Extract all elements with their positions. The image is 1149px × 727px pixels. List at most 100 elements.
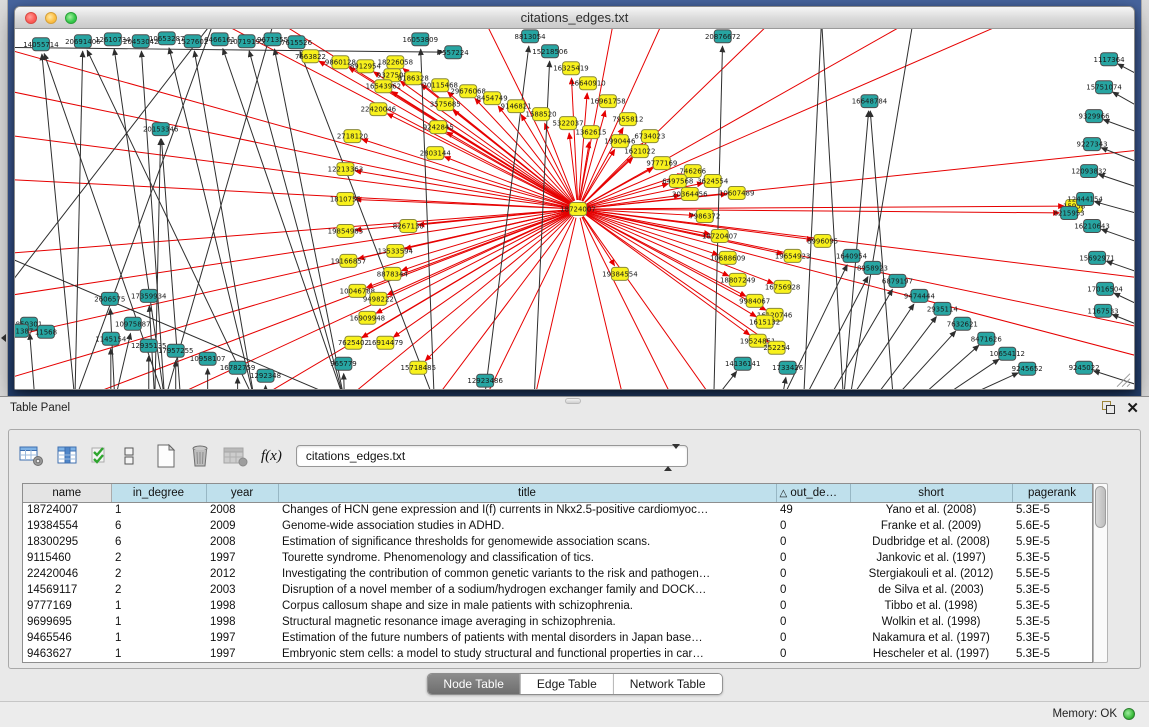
table-cell[interactable]: Estimation of significance thresholds fo…: [278, 534, 776, 550]
network-node[interactable]: 15218506: [532, 45, 567, 58]
window-titlebar[interactable]: citations_edges.txt: [15, 7, 1134, 29]
network-node[interactable]: 10958107: [190, 352, 225, 365]
table-cell[interactable]: Embryonic stem cells: a model to study s…: [278, 646, 776, 662]
table-cell[interactable]: 5.3E-5: [1012, 502, 1092, 518]
network-node[interactable]: 15718485: [401, 361, 436, 374]
network-node[interactable]: 3624554: [697, 175, 729, 188]
network-node[interactable]: 1145154: [95, 332, 127, 345]
network-node[interactable]: 6879197: [882, 274, 913, 287]
table-row[interactable]: 2242004622012Investigating the contribut…: [23, 566, 1092, 582]
network-canvas[interactable]: 1872400798601288912954182260589327508165…: [15, 29, 1134, 389]
network-node[interactable]: 20691406: [65, 35, 100, 48]
table-row[interactable]: 1456911722003Disruption of a novel membe…: [23, 582, 1092, 598]
table-cell[interactable]: 1: [111, 598, 206, 614]
table-cell[interactable]: Dudbridge et al. (2008): [850, 534, 1012, 550]
delete-table-button[interactable]: [189, 444, 211, 468]
table-cell[interactable]: 9115460: [23, 550, 111, 566]
right-panel-strip[interactable]: [1141, 0, 1149, 396]
network-node[interactable]: 1527602: [177, 35, 208, 48]
table-cell[interactable]: Wolkin et al. (1998): [850, 614, 1012, 630]
network-node[interactable]: 19384554: [602, 267, 638, 280]
table-cell[interactable]: 1997: [206, 646, 278, 662]
table-cell[interactable]: 9699695: [23, 614, 111, 630]
table-cell[interactable]: 2: [111, 582, 206, 598]
table-select-dropdown[interactable]: citations_edges.txt: [296, 445, 688, 467]
network-node[interactable]: 7632621: [947, 317, 978, 330]
network-node[interactable]: 1117364: [1094, 53, 1126, 66]
table-cell[interactable]: 5.6E-5: [1012, 518, 1092, 534]
left-panel-strip[interactable]: [0, 0, 8, 396]
table-cell[interactable]: 2008: [206, 502, 278, 518]
table-cell[interactable]: Hescheler et al. (1997): [850, 646, 1012, 662]
table-cell[interactable]: Corpus callosum shape and size in male p…: [278, 598, 776, 614]
table-cell[interactable]: 1997: [206, 630, 278, 646]
table-cell[interactable]: 2009: [206, 518, 278, 534]
new-table-button[interactable]: [155, 444, 177, 468]
network-node[interactable]: 1733426: [772, 361, 803, 374]
table-cell[interactable]: 2012: [206, 566, 278, 582]
table-cell[interactable]: 9463627: [23, 646, 111, 662]
table-row[interactable]: 969969511998Structural magnetic resonanc…: [23, 614, 1092, 630]
network-node[interactable]: 29676068: [450, 85, 485, 98]
network-node[interactable]: 16648784: [852, 95, 888, 108]
network-node[interactable]: 14136141: [725, 357, 760, 370]
table-cell[interactable]: 5.3E-5: [1012, 646, 1092, 662]
table-cell[interactable]: Structural magnetic resonance image aver…: [278, 614, 776, 630]
table-settings-button[interactable]: [19, 445, 45, 467]
network-node[interactable]: 1362615: [575, 126, 606, 139]
column-header-in-degree[interactable]: in_degree: [111, 484, 206, 502]
table-cell[interactable]: 0: [776, 614, 850, 630]
table-cell[interactable]: 1: [111, 502, 206, 518]
table-cell[interactable]: 1998: [206, 598, 278, 614]
show-column-button[interactable]: [57, 445, 79, 467]
network-node[interactable]: 2718120: [337, 130, 368, 143]
network-node[interactable]: 11568: [35, 325, 57, 338]
network-node[interactable]: 2606575: [94, 292, 125, 305]
splitter-handle[interactable]: [565, 398, 581, 404]
table-cell[interactable]: 5.3E-5: [1012, 630, 1092, 646]
table-cell[interactable]: 1: [111, 630, 206, 646]
network-node[interactable]: 17957255: [158, 344, 193, 357]
network-node[interactable]: 17359934: [131, 289, 167, 302]
table-row[interactable]: 1830029562008Estimation of significance …: [23, 534, 1092, 550]
table-cell[interactable]: 49: [776, 502, 850, 518]
table-row[interactable]: 946362711997Embryonic stem cells: a mode…: [23, 646, 1092, 662]
network-node[interactable]: 12213363: [328, 163, 363, 176]
table-cell[interactable]: Jankovic et al. (1997): [850, 550, 1012, 566]
network-node[interactable]: 1621022: [624, 145, 655, 158]
network-node[interactable]: 20876672: [705, 30, 740, 43]
network-node[interactable]: 7615526: [281, 36, 312, 49]
row-height-button[interactable]: [123, 445, 137, 467]
table-cell[interactable]: 22420046: [23, 566, 111, 582]
collapse-arrow-icon[interactable]: [1, 334, 6, 342]
table-cell[interactable]: 5.3E-5: [1012, 550, 1092, 566]
close-panel-button[interactable]: ✕: [1126, 399, 1139, 417]
table-row[interactable]: 946554611997Estimation of the future num…: [23, 630, 1092, 646]
network-node[interactable]: 22420046: [361, 103, 396, 116]
table-cell[interactable]: Estimation of the future numbers of pati…: [278, 630, 776, 646]
column-header-year[interactable]: year: [206, 484, 278, 502]
column-header-name[interactable]: name: [23, 484, 111, 502]
network-node[interactable]: 14055714: [23, 38, 59, 51]
network-node[interactable]: 12923486: [467, 374, 502, 387]
table-cell[interactable]: 0: [776, 598, 850, 614]
table-cell[interactable]: 18724007: [23, 502, 111, 518]
network-node[interactable]: 10975887: [115, 317, 150, 330]
table-cell[interactable]: 6: [111, 534, 206, 550]
network-node[interactable]: 16914479: [368, 336, 403, 349]
network-node[interactable]: 10719195: [229, 35, 264, 48]
network-node[interactable]: 1640954: [836, 249, 868, 262]
table-cell[interactable]: Changes of HCN gene expression and I(f) …: [278, 502, 776, 518]
network-node[interactable]: 2935114: [927, 302, 959, 315]
table-cell[interactable]: 0: [776, 534, 850, 550]
network-node[interactable]: 13533594: [378, 244, 414, 257]
network-node[interactable]: 10607489: [719, 187, 754, 200]
table-cell[interactable]: 1997: [206, 550, 278, 566]
select-rows-button[interactable]: [91, 445, 111, 467]
table-cell[interactable]: 2003: [206, 582, 278, 598]
table-cell[interactable]: Yano et al. (2008): [850, 502, 1012, 518]
network-node[interactable]: 16640910: [570, 77, 605, 90]
table-cell[interactable]: Tourette syndrome. Phenomenology and cla…: [278, 550, 776, 566]
tab-node-table[interactable]: Node Table: [427, 674, 520, 694]
network-node[interactable]: 7986372: [689, 209, 720, 222]
